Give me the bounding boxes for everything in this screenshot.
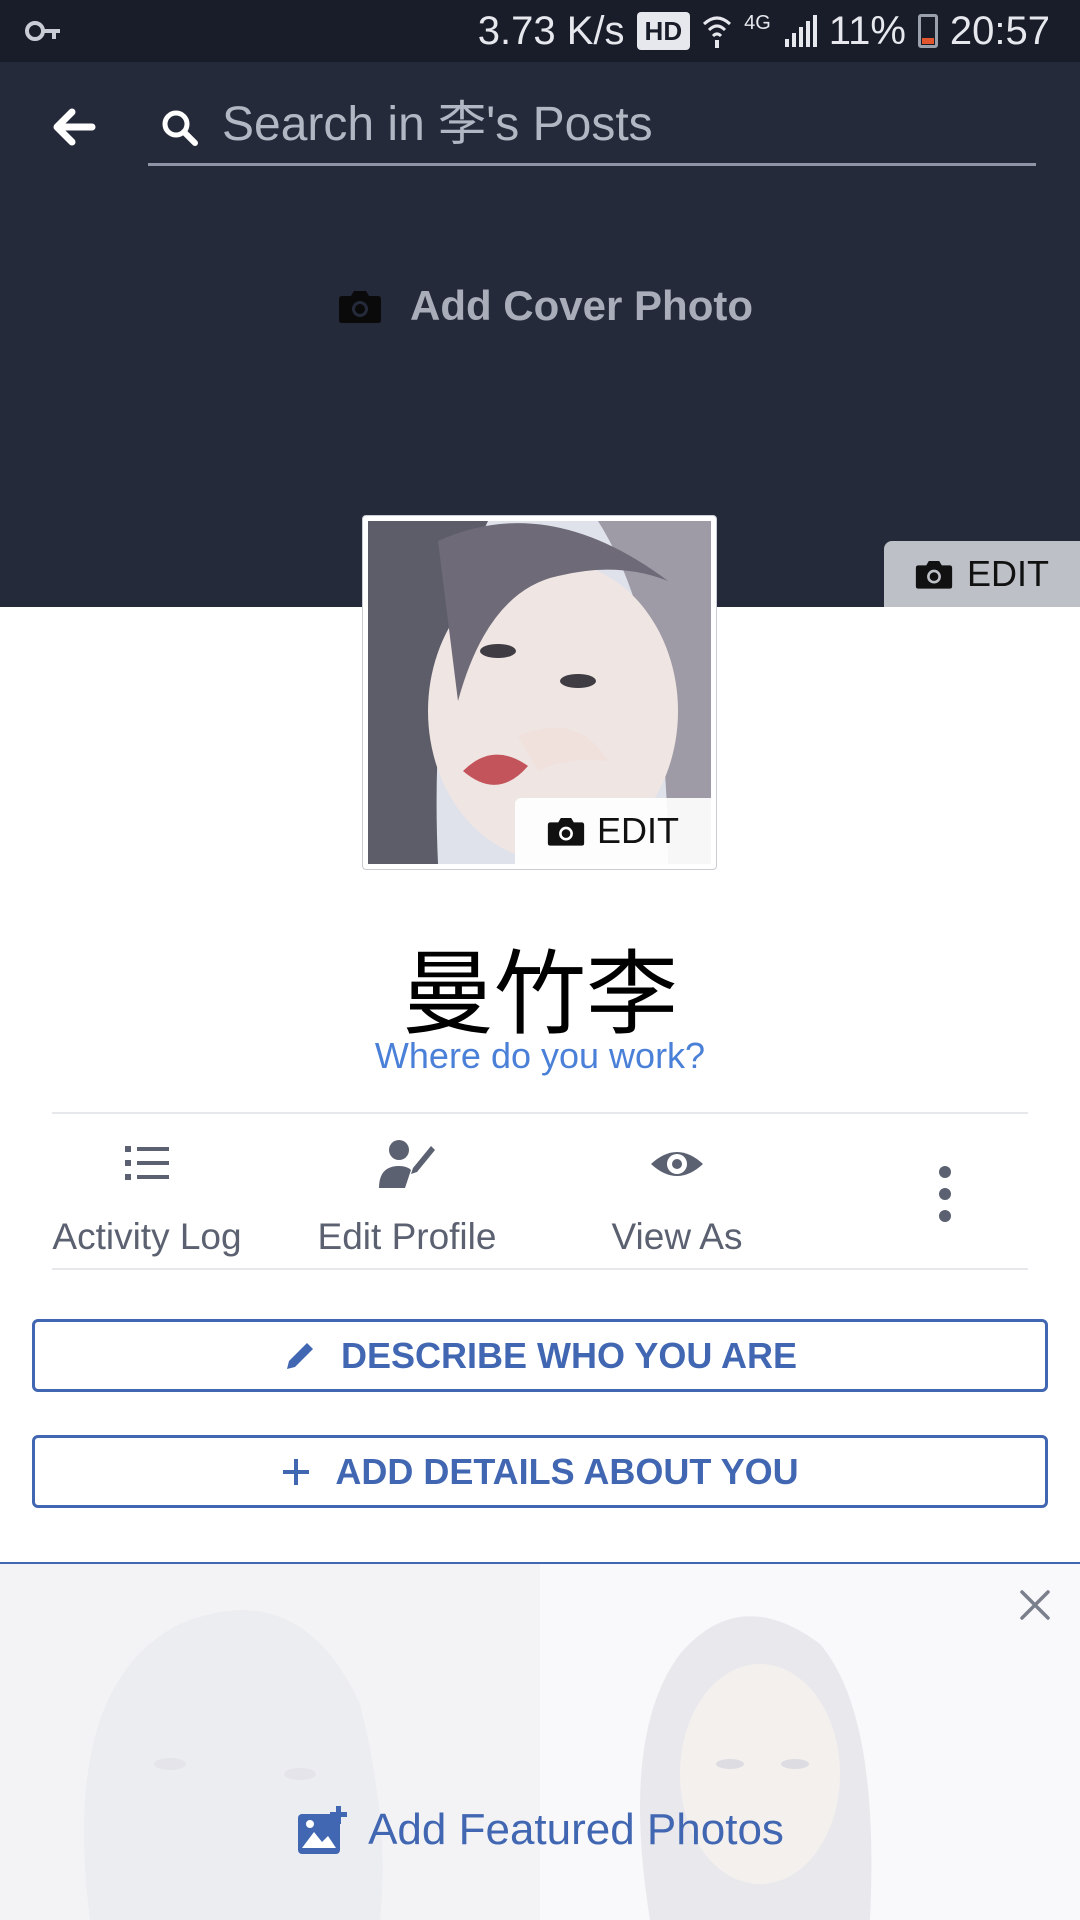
cover-edit-label: EDIT xyxy=(966,553,1049,594)
close-icon[interactable] xyxy=(1018,1588,1052,1622)
search-bar[interactable] xyxy=(148,84,1036,166)
key-icon xyxy=(25,21,60,41)
featured-background-left xyxy=(0,1564,540,1920)
back-arrow-icon[interactable] xyxy=(48,102,98,152)
add-details-label: ADD DETAILS ABOUT YOU xyxy=(335,1450,799,1492)
activity-log-label: Activity Log xyxy=(52,1216,242,1257)
edit-person-icon xyxy=(379,1140,435,1188)
featured-background-right xyxy=(540,1564,1080,1920)
profile-action-row: Activity Log Edit Profile View As xyxy=(52,1112,1028,1270)
edit-profile-label: Edit Profile xyxy=(317,1216,497,1257)
camera-icon xyxy=(339,291,381,323)
list-icon xyxy=(125,1146,169,1180)
add-cover-photo-label: Add Cover Photo xyxy=(410,282,753,329)
hd-badge: HD xyxy=(636,12,691,50)
describe-label: DESCRIBE WHO YOU ARE xyxy=(340,1334,798,1376)
search-input[interactable] xyxy=(220,94,1000,154)
pencil-icon xyxy=(286,1342,313,1369)
profile-picture[interactable]: EDIT xyxy=(362,515,717,870)
plus-icon xyxy=(283,1458,310,1485)
view-as-label: View As xyxy=(611,1216,743,1257)
featured-photos-card[interactable]: Add Featured Photos xyxy=(0,1564,1080,1920)
camera-icon xyxy=(915,561,953,589)
describe-who-you-are-button[interactable]: DESCRIBE WHO YOU ARE xyxy=(32,1319,1048,1392)
clock: 20:57 xyxy=(949,8,1050,53)
camera-icon xyxy=(547,818,585,846)
view-as-button[interactable]: View As xyxy=(562,1114,792,1268)
eye-icon xyxy=(651,1152,703,1176)
more-options-icon[interactable] xyxy=(925,1164,965,1224)
wifi-icon xyxy=(703,16,732,48)
add-featured-photos-button[interactable]: Add Featured Photos xyxy=(0,1804,1080,1856)
network-speed: 3.73 K/s xyxy=(477,8,625,53)
add-photo-icon xyxy=(298,1806,348,1854)
activity-log-button[interactable]: Activity Log xyxy=(32,1114,262,1268)
add-details-button[interactable]: ADD DETAILS ABOUT YOU xyxy=(32,1435,1048,1508)
cover-edit-button[interactable]: EDIT xyxy=(884,541,1080,607)
profile-picture-edit-label: EDIT xyxy=(596,810,679,851)
add-featured-photos-label: Add Featured Photos xyxy=(368,1805,784,1854)
profile-picture-edit-button[interactable]: EDIT xyxy=(515,798,711,864)
add-cover-photo-button[interactable]: Add Cover Photo xyxy=(338,282,753,330)
search-icon xyxy=(162,110,198,146)
battery-icon xyxy=(917,14,938,48)
work-prompt-link[interactable]: Where do you work? xyxy=(0,1035,1080,1077)
network-type: 4G xyxy=(744,12,771,34)
status-bar: 3.73 K/s HD 4G 11% 20:57 xyxy=(0,0,1080,62)
signal-icon xyxy=(784,15,817,47)
profile-name: 曼竹李 xyxy=(401,941,678,1048)
edit-profile-button[interactable]: Edit Profile xyxy=(292,1114,522,1268)
battery-percent: 11% xyxy=(828,8,906,53)
